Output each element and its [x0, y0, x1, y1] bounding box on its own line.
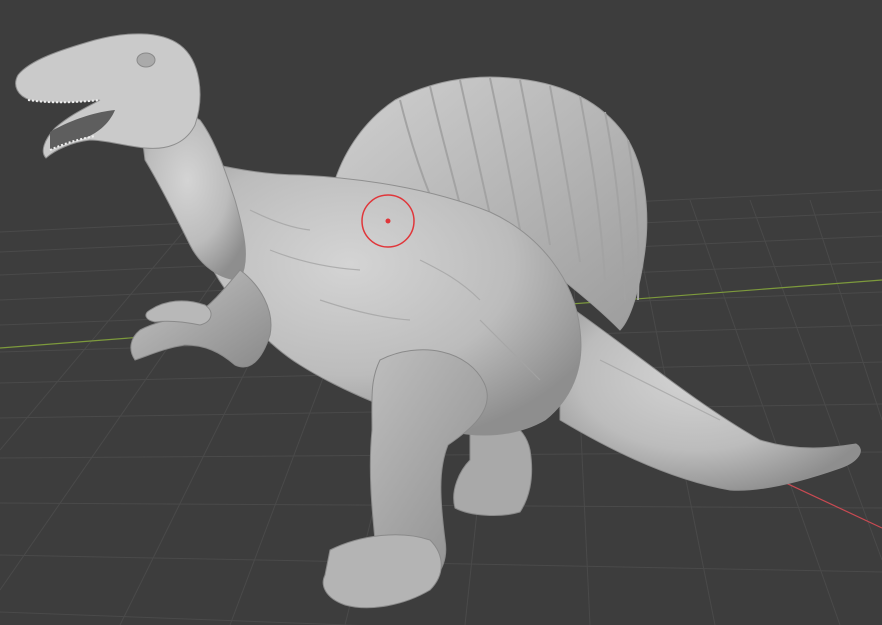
eye-socket — [136, 52, 156, 68]
head — [15, 33, 201, 159]
hind-foot — [322, 534, 442, 609]
viewport-canvas[interactable] — [0, 0, 882, 625]
front-claw — [145, 300, 212, 326]
dinosaur-sculpt-mesh[interactable] — [15, 33, 861, 609]
3d-viewport[interactable] — [0, 0, 882, 625]
tail — [559, 299, 861, 491]
